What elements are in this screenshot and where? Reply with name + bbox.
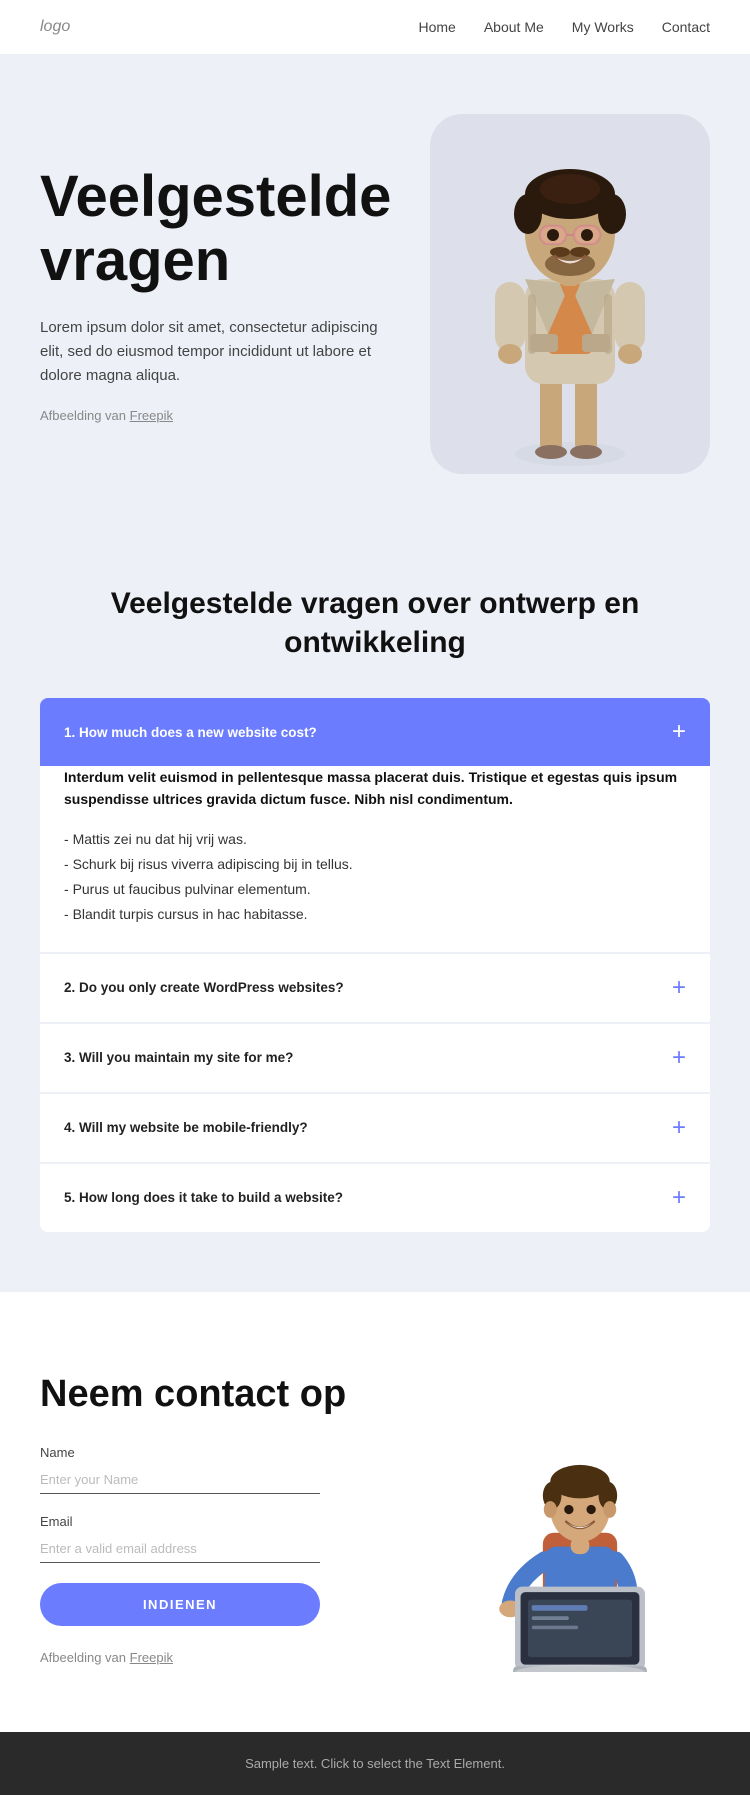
faq-question-text-1: 1. How much does a new website cost? (64, 725, 317, 740)
faq-item-3: 3. Will you maintain my site for me? + (40, 1024, 710, 1092)
email-input[interactable] (40, 1535, 320, 1563)
faq-answer-bold-1: Interdum velit euismod in pellentesque m… (64, 766, 686, 811)
nav-works[interactable]: My Works (572, 19, 634, 35)
hero-section: Veelgestelde vragen Lorem ipsum dolor si… (0, 54, 750, 514)
list-item: Schurk bij risus viverra adipiscing bij … (64, 852, 686, 877)
contact-section: Neem contact op Name Email INDIENEN Afbe… (0, 1292, 750, 1732)
faq-main-title: Veelgestelde vragen over ontwerp en ontw… (40, 584, 710, 662)
contact-form-area: Neem contact op Name Email INDIENEN Afbe… (40, 1372, 430, 1666)
faq-item-2: 2. Do you only create WordPress websites… (40, 954, 710, 1022)
name-input[interactable] (40, 1466, 320, 1494)
faq-question-2[interactable]: 2. Do you only create WordPress websites… (40, 954, 710, 1022)
hero-image (430, 114, 710, 474)
faq-plus-icon-2: + (672, 976, 686, 1000)
email-label: Email (40, 1514, 430, 1529)
faq-question-text-3: 3. Will you maintain my site for me? (64, 1050, 293, 1065)
navigation: logo Home About Me My Works Contact (0, 0, 750, 54)
nav-home[interactable]: Home (418, 19, 455, 35)
list-item: Blandit turpis cursus in hac habitasse. (64, 902, 686, 927)
faq-item-1: 1. How much does a new website cost? + I… (40, 698, 710, 952)
nav-contact[interactable]: Contact (662, 19, 710, 35)
hero-person-illustration (440, 134, 700, 474)
faq-plus-icon-5: + (672, 1186, 686, 1210)
submit-button[interactable]: INDIENEN (40, 1583, 320, 1626)
contact-title: Neem contact op (40, 1372, 430, 1418)
hero-description: Lorem ipsum dolor sit amet, consectetur … (40, 316, 380, 388)
contact-credit: Afbeelding van Freepik (40, 1650, 430, 1665)
footer-text: Sample text. Click to select the Text El… (40, 1756, 710, 1771)
faq-question-text-4: 4. Will my website be mobile-friendly? (64, 1120, 308, 1135)
faq-plus-icon-1: + (672, 720, 686, 744)
name-label: Name (40, 1445, 430, 1460)
hero-credit: Afbeelding van Freepik (40, 408, 410, 423)
hero-freepik-link[interactable]: Freepik (130, 408, 173, 423)
logo: logo (40, 18, 70, 36)
contact-freepik-link[interactable]: Freepik (130, 1650, 173, 1665)
hero-text-area: Veelgestelde vragen Lorem ipsum dolor si… (40, 165, 410, 424)
faq-question-3[interactable]: 3. Will you maintain my site for me? + (40, 1024, 710, 1092)
faq-question-4[interactable]: 4. Will my website be mobile-friendly? + (40, 1094, 710, 1162)
faq-question-5[interactable]: 5. How long does it take to build a webs… (40, 1164, 710, 1232)
faq-question-text-5: 5. How long does it take to build a webs… (64, 1190, 343, 1205)
hero-title: Veelgestelde vragen (40, 165, 410, 293)
faq-question-text-2: 2. Do you only create WordPress websites… (64, 980, 344, 995)
faq-item-4: 4. Will my website be mobile-friendly? + (40, 1094, 710, 1162)
nav-links: Home About Me My Works Contact (418, 19, 710, 35)
faq-plus-icon-4: + (672, 1116, 686, 1140)
faq-item-5: 5. How long does it take to build a webs… (40, 1164, 710, 1232)
faq-answer-list-1: Mattis zei nu dat hij vrij was. Schurk b… (64, 827, 686, 928)
name-form-group: Name (40, 1445, 430, 1494)
faq-plus-icon-3: + (672, 1046, 686, 1070)
faq-question-1[interactable]: 1. How much does a new website cost? + (40, 698, 710, 766)
faq-list: 1. How much does a new website cost? + I… (40, 698, 710, 1232)
contact-person-illustration (460, 1412, 700, 1672)
list-item: Mattis zei nu dat hij vrij was. (64, 827, 686, 852)
faq-answer-1: Interdum velit euismod in pellentesque m… (40, 766, 710, 952)
faq-section: Veelgestelde vragen over ontwerp en ontw… (0, 514, 750, 1292)
list-item: Purus ut faucibus pulvinar elementum. (64, 877, 686, 902)
footer: Sample text. Click to select the Text El… (0, 1732, 750, 1795)
contact-image-area (450, 1372, 710, 1672)
nav-about[interactable]: About Me (484, 19, 544, 35)
